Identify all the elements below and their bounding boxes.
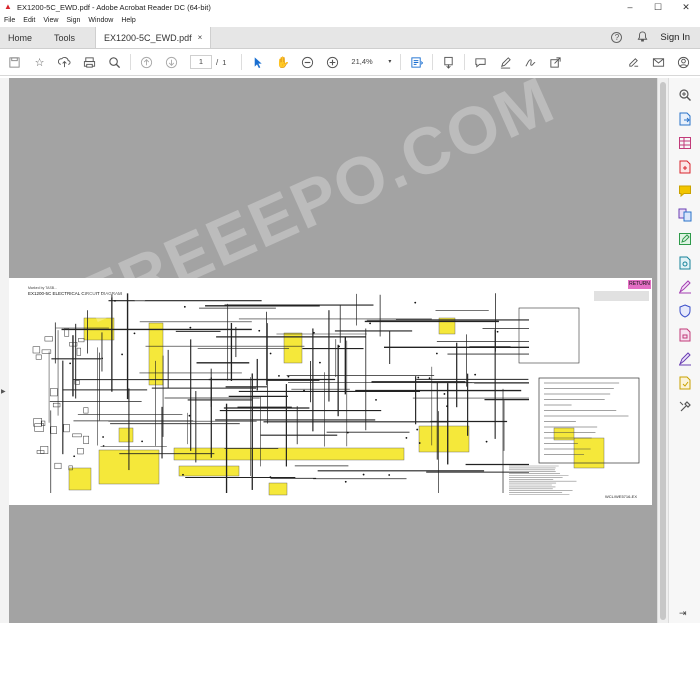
more-tools-icon[interactable] bbox=[678, 400, 692, 414]
edit-pdf-icon[interactable] bbox=[678, 232, 692, 246]
protect-icon[interactable] bbox=[678, 304, 692, 318]
bell-icon[interactable] bbox=[632, 30, 652, 45]
print-icon[interactable] bbox=[77, 52, 102, 72]
diagram-code: WCL/WE5716-EX bbox=[605, 494, 638, 499]
toolbar-divider bbox=[400, 54, 402, 70]
zoom-level-select[interactable]: 21,4% ▾ bbox=[349, 55, 393, 69]
zoom-tool-icon[interactable] bbox=[678, 88, 692, 102]
expand-left-icon: ▶ bbox=[1, 389, 6, 395]
tabs-right-group: ? Sign In bbox=[611, 27, 700, 48]
circuit-diagram bbox=[32, 291, 649, 496]
collapse-rail-icon[interactable]: ⇥ bbox=[679, 608, 687, 619]
return-button[interactable]: RETURN bbox=[628, 280, 651, 289]
close-window-button[interactable]: ✕ bbox=[672, 0, 700, 14]
save-icon[interactable] bbox=[2, 52, 27, 72]
right-tools-rail: ⇥ bbox=[668, 78, 700, 623]
left-panel-toggle[interactable]: ▶ bbox=[0, 78, 9, 623]
zoom-in-icon[interactable] bbox=[320, 52, 345, 72]
search-icon[interactable] bbox=[102, 52, 127, 72]
menu-help[interactable]: Help bbox=[117, 17, 139, 24]
menu-view[interactable]: View bbox=[39, 17, 62, 24]
create-pdf-icon[interactable] bbox=[678, 160, 692, 174]
pen-icon[interactable] bbox=[493, 52, 518, 72]
share-icon[interactable] bbox=[543, 52, 568, 72]
pdf-page: Marked by TASB... EX1200-5C ELECTRICAL C… bbox=[9, 278, 652, 505]
maximize-button[interactable]: ☐ bbox=[644, 0, 672, 14]
combine-files-icon[interactable] bbox=[678, 208, 692, 222]
mail-icon[interactable] bbox=[646, 52, 671, 72]
menu-sign[interactable]: Sign bbox=[62, 17, 84, 24]
send-icon[interactable] bbox=[678, 328, 692, 342]
menu-bar: File Edit View Sign Window Help bbox=[0, 14, 700, 27]
fill-sign-icon[interactable] bbox=[678, 280, 692, 294]
diagram-note: Marked by TASB... bbox=[28, 286, 58, 290]
page-separator: / bbox=[216, 57, 219, 67]
window-title: EX1200-5C_EWD.pdf - Adobe Acrobat Reader… bbox=[17, 2, 211, 12]
menu-edit[interactable]: Edit bbox=[19, 17, 39, 24]
menu-window[interactable]: Window bbox=[84, 17, 117, 24]
diagram-title: EX1200-5C ELECTRICAL CIRCUIT DIAGRAM bbox=[28, 291, 122, 296]
scrollbar-thumb[interactable] bbox=[660, 82, 666, 620]
toolbar-divider bbox=[432, 54, 434, 70]
fit-page-icon[interactable] bbox=[404, 52, 429, 72]
certificate-icon[interactable] bbox=[678, 376, 692, 390]
prev-page-icon[interactable] bbox=[134, 52, 159, 72]
export-pdf-icon[interactable] bbox=[678, 112, 692, 126]
select-cursor-icon[interactable] bbox=[245, 52, 270, 72]
comment-icon[interactable] bbox=[468, 52, 493, 72]
toolbar-divider bbox=[241, 54, 243, 70]
account-icon[interactable] bbox=[671, 52, 696, 72]
title-bar: ▲ EX1200-5C_EWD.pdf - Adobe Acrobat Read… bbox=[0, 0, 700, 14]
link-icon[interactable] bbox=[621, 52, 646, 72]
next-page-icon[interactable] bbox=[159, 52, 184, 72]
page-number-input[interactable]: 1 bbox=[190, 55, 212, 69]
bottom-area bbox=[0, 623, 700, 700]
tab-close-icon[interactable]: × bbox=[198, 33, 203, 42]
comment-tool-icon[interactable] bbox=[678, 184, 692, 198]
bookmark-star-icon[interactable]: ☆ bbox=[27, 52, 52, 72]
tab-home-label: Home bbox=[8, 32, 33, 43]
upload-icon[interactable] bbox=[52, 52, 77, 72]
pen-tool-icon[interactable] bbox=[678, 352, 692, 366]
help-icon[interactable]: ? bbox=[611, 32, 623, 43]
organize-pages-icon[interactable] bbox=[678, 136, 692, 150]
toolbar-divider bbox=[130, 54, 131, 70]
hand-icon[interactable]: ✋ bbox=[270, 52, 295, 72]
vertical-scrollbar[interactable] bbox=[657, 78, 668, 623]
tab-home[interactable]: Home bbox=[0, 27, 40, 48]
sign-icon[interactable] bbox=[518, 52, 543, 72]
zoom-level-value: 21,4% bbox=[351, 57, 373, 66]
tabs-bar: Home Tools EX1200-5C_EWD.pdf × ? Sign In bbox=[0, 27, 700, 49]
chevron-down-icon: ▾ bbox=[388, 59, 392, 65]
menu-file[interactable]: File bbox=[0, 17, 19, 24]
document-viewport[interactable]: Marked by TASB... EX1200-5C ELECTRICAL C… bbox=[9, 78, 657, 623]
scan-icon[interactable] bbox=[678, 256, 692, 270]
scroll-mode-icon[interactable] bbox=[436, 52, 461, 72]
window-controls: – ☐ ✕ bbox=[616, 0, 700, 14]
minimize-button[interactable]: – bbox=[616, 0, 644, 14]
tab-document[interactable]: EX1200-5C_EWD.pdf × bbox=[95, 27, 212, 48]
acrobat-app-icon: ▲ bbox=[4, 2, 12, 11]
zoom-out-icon[interactable] bbox=[295, 52, 320, 72]
sign-in-button[interactable]: Sign In bbox=[652, 32, 700, 43]
tab-tools-label: Tools bbox=[54, 32, 76, 43]
tab-tools[interactable]: Tools bbox=[40, 27, 83, 48]
tab-document-label: EX1200-5C_EWD.pdf bbox=[104, 32, 192, 43]
main-toolbar: ☆ 1 / 1 ✋ 21,4% ▾ bbox=[0, 49, 700, 76]
total-pages: 1 bbox=[222, 57, 227, 67]
toolbar-divider bbox=[464, 54, 466, 70]
